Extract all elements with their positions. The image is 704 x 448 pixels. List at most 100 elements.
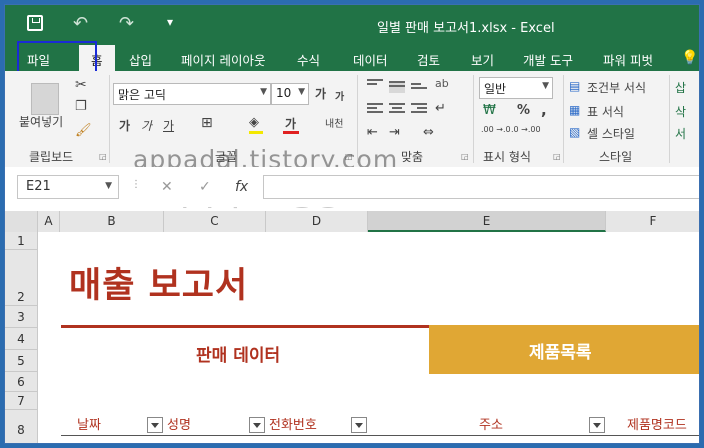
column-header-f[interactable]: F (606, 211, 699, 232)
align-top-icon[interactable] (367, 79, 383, 91)
row-header-8[interactable]: 8 (5, 410, 38, 443)
grow-font-button[interactable]: 가 (315, 85, 326, 102)
paste-button[interactable]: 붙여넣기 (19, 113, 63, 130)
decrease-decimal-button[interactable]: .0 →.00 (511, 125, 541, 134)
copy-icon[interactable]: ❐ (75, 99, 87, 114)
conditional-formatting-button[interactable]: 조건부 서식 (587, 79, 646, 96)
tab-page-layout[interactable]: 페이지 레이아웃 (181, 50, 265, 69)
shrink-font-button[interactable]: 가 (335, 88, 344, 103)
product-list-label: 제품목록 (529, 343, 592, 363)
report-title: 매출 보고서 (69, 266, 249, 306)
increase-decimal-button[interactable]: .00 →.0 (481, 125, 511, 134)
phonetic-button[interactable]: 내천 (325, 115, 343, 130)
clipboard-launcher-icon[interactable]: ◲ (99, 152, 107, 161)
bold-button[interactable]: 가 (119, 117, 130, 134)
column-header-a[interactable]: A (38, 211, 60, 232)
more-icon: ⋮ (131, 179, 141, 190)
font-size-select[interactable]: 10 ▼ (271, 83, 309, 105)
number-format-select[interactable]: 일반 ▼ (479, 77, 553, 99)
name-box-value: E21 (26, 179, 51, 194)
filter-dropdown-icon[interactable] (147, 417, 163, 433)
insert-cells-button[interactable]: 삽 (675, 79, 686, 96)
column-header-e[interactable]: E (368, 211, 606, 232)
font-name-select[interactable]: 맑은 고딕 ▼ (113, 83, 271, 105)
tab-review[interactable]: 검토 (417, 50, 440, 69)
row-header-4[interactable]: 4 (5, 328, 38, 350)
cut-icon[interactable]: ✂ (75, 77, 87, 93)
product-list-band[interactable]: 제품목록 (429, 325, 699, 374)
select-all-corner[interactable] (5, 211, 38, 232)
font-color-button[interactable]: 가 (285, 115, 296, 132)
tell-me-icon[interactable]: 💡 (681, 50, 698, 66)
column-headers: A B C D E F (5, 211, 699, 233)
title-bar: ↶ ↷ ▾ 일별 판매 보고서1.xlsx - Excel (5, 5, 699, 43)
name-box[interactable]: E21 ▼ (17, 175, 119, 199)
align-right-icon[interactable] (411, 103, 427, 115)
sales-data-band[interactable]: 판매 데이터 (61, 325, 429, 377)
conditional-formatting-icon: ▤ (569, 79, 581, 93)
row-header-2[interactable]: 2 (5, 250, 38, 306)
cell-date-value[interactable]: 2021-06-02 (83, 441, 153, 443)
currency-button[interactable]: ₩ (483, 103, 496, 118)
row-header-5[interactable]: 5 (5, 350, 38, 372)
number-launcher-icon[interactable]: ◲ (553, 152, 561, 161)
format-painter-icon[interactable]: 🖌 (75, 123, 92, 138)
align-middle-icon[interactable] (389, 81, 405, 93)
format-as-table-button[interactable]: 표 서식 (587, 103, 624, 120)
decrease-indent-icon[interactable]: ⇤ (367, 125, 378, 140)
underline-button[interactable]: 가 (163, 117, 174, 134)
number-group-label: 표시 형식 (483, 150, 531, 164)
fill-color-bar (249, 131, 263, 134)
tab-power-pivot[interactable]: 파워 피벗 (603, 50, 653, 69)
row-header-3[interactable]: 3 (5, 306, 38, 328)
cancel-icon[interactable]: ✕ (161, 179, 173, 195)
font-size-value: 10 (276, 86, 292, 100)
enter-icon[interactable]: ✓ (199, 179, 211, 195)
redo-icon[interactable]: ↷ (119, 13, 134, 34)
customize-qat-icon[interactable]: ▾ (167, 15, 173, 29)
percent-button[interactable]: % (517, 103, 530, 118)
cell-code-value[interactable]: 101 (651, 441, 674, 443)
format-cells-button[interactable]: 서 (675, 125, 686, 142)
alignment-launcher-icon[interactable]: ◲ (461, 152, 469, 161)
column-header-b[interactable]: B (60, 211, 164, 232)
tab-data[interactable]: 데이터 (353, 50, 388, 69)
borders-icon[interactable]: ⊞ (201, 115, 213, 131)
tab-developer[interactable]: 개발 도구 (523, 50, 573, 69)
tab-view[interactable]: 보기 (471, 50, 494, 69)
header-address: 주소 (479, 418, 503, 433)
align-center-icon[interactable] (389, 103, 405, 115)
filter-dropdown-icon[interactable] (589, 417, 605, 433)
increase-indent-icon[interactable]: ⇥ (389, 125, 400, 140)
wrap-text-icon[interactable]: ↵ (435, 101, 446, 116)
insert-function-icon[interactable]: fx (235, 179, 248, 195)
delete-cells-button[interactable]: 삭 (675, 103, 686, 120)
alignment-group-label: 맞춤 (401, 150, 424, 164)
paste-icon[interactable] (31, 83, 59, 115)
tab-insert[interactable]: 삽입 (129, 50, 152, 69)
row-header-6[interactable]: 6 (5, 372, 38, 392)
column-header-d[interactable]: D (266, 211, 368, 232)
italic-button[interactable]: 가 (141, 117, 152, 134)
save-icon[interactable] (27, 15, 43, 31)
filter-dropdown-icon[interactable] (249, 417, 265, 433)
merge-center-icon[interactable]: ⇔ (423, 125, 434, 140)
column-header-c[interactable]: C (164, 211, 266, 232)
align-bottom-icon[interactable] (411, 83, 427, 95)
cell-styles-button[interactable]: 셀 스타일 (587, 125, 635, 142)
align-left-icon[interactable] (367, 103, 383, 115)
chevron-down-icon: ▼ (298, 87, 305, 97)
ribbon: 붙여넣기 ✂ ❐ 🖌 클립보드 ◲ 맑은 고딕 ▼ 10 ▼ 가 가 가 가 가… (5, 71, 699, 212)
excel-window: ↶ ↷ ▾ 일별 판매 보고서1.xlsx - Excel 파일 홈 삽입 페이… (4, 4, 700, 444)
tab-formulas[interactable]: 수식 (297, 50, 320, 69)
undo-icon[interactable]: ↶ (73, 13, 88, 34)
formula-input[interactable] (263, 175, 699, 199)
row-header-1[interactable]: 1 (5, 232, 38, 250)
row-header-7[interactable]: 7 (5, 392, 38, 410)
header-name: 성명 (167, 418, 191, 433)
chevron-down-icon: ▼ (542, 81, 549, 91)
filter-dropdown-icon[interactable] (351, 417, 367, 433)
fill-color-icon[interactable]: ◈ (249, 115, 259, 130)
comma-button[interactable]: , (541, 101, 547, 119)
orientation-button[interactable]: ab (435, 77, 449, 90)
